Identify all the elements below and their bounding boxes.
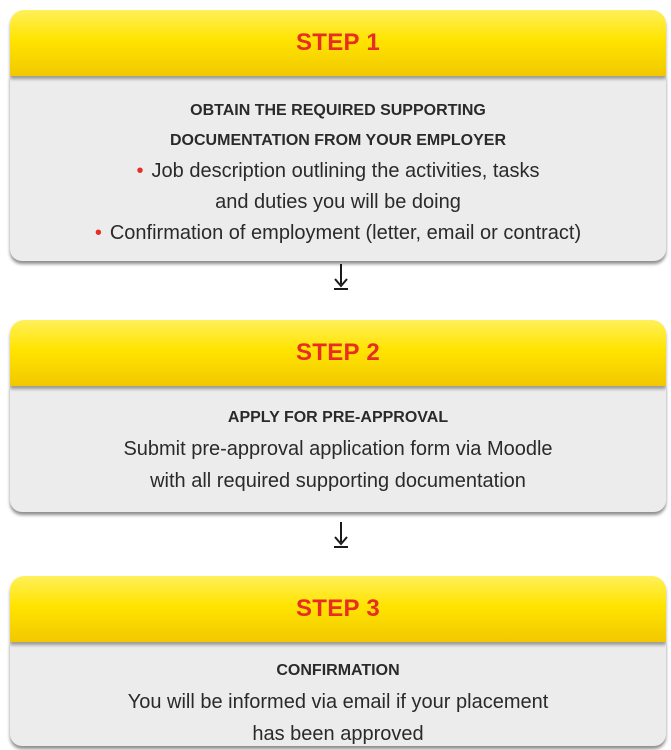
bullet-text: Job description outlining the activities…: [151, 160, 540, 182]
arrow-down-icon: [334, 522, 348, 548]
bullet-dot-icon: •: [94, 222, 102, 244]
bullet-item: • Job description outlining the activitie…: [10, 156, 666, 218]
step-2-text-line-1: Submit pre-approval application form via…: [123, 438, 553, 460]
step-1-body: OBTAIN THE REQUIRED SUPPORTING DOCUMENTA…: [10, 76, 666, 261]
step-2-text-line-2: with all required supporting documentati…: [150, 470, 526, 492]
step-1-title: STEP 1: [295, 29, 381, 56]
step-2: STEP 2 APPLY FOR PRE-APPROVAL Submit pre…: [10, 320, 666, 512]
bullet-item: • Confirmation of employment (letter, ema…: [10, 218, 666, 249]
step-1-header: STEP 1: [10, 10, 666, 76]
step-1-heading: OBTAIN THE REQUIRED SUPPORTING DOCUMENTA…: [10, 96, 666, 156]
step-3-title: STEP 3: [295, 595, 381, 622]
step-3-header: STEP 3: [10, 576, 666, 642]
step-3: STEP 3 CONFIRMATION You will be informed…: [10, 576, 666, 746]
step-3-heading: CONFIRMATION: [276, 662, 400, 679]
bullet-text: Confirmation of employment (letter, emai…: [109, 222, 582, 244]
step-3-body: CONFIRMATION You will be informed via em…: [10, 642, 666, 746]
step-2-header: STEP 2: [10, 320, 666, 386]
bullet-text-continued: and duties you will be doing: [215, 191, 461, 213]
step-2-body: APPLY FOR PRE-APPROVAL Submit pre-approv…: [10, 386, 666, 512]
step-1-heading-line-2: DOCUMENTATION FROM YOUR EMPLOYER: [170, 132, 506, 149]
arrow-down-icon: [334, 264, 348, 290]
step-1: STEP 1 OBTAIN THE REQUIRED SUPPORTING DO…: [10, 10, 666, 261]
step-1-heading-line-1: OBTAIN THE REQUIRED SUPPORTING: [190, 102, 486, 119]
step-1-bullet-list: • Job description outlining the activitie…: [10, 156, 666, 249]
bullet-dot-icon: •: [136, 160, 144, 182]
step-3-text-line-2: has been approved: [252, 723, 424, 745]
step-2-title: STEP 2: [295, 339, 381, 366]
step-3-text-line-1: You will be informed via email if your p…: [127, 691, 549, 713]
step-2-heading: APPLY FOR PRE-APPROVAL: [227, 409, 449, 426]
